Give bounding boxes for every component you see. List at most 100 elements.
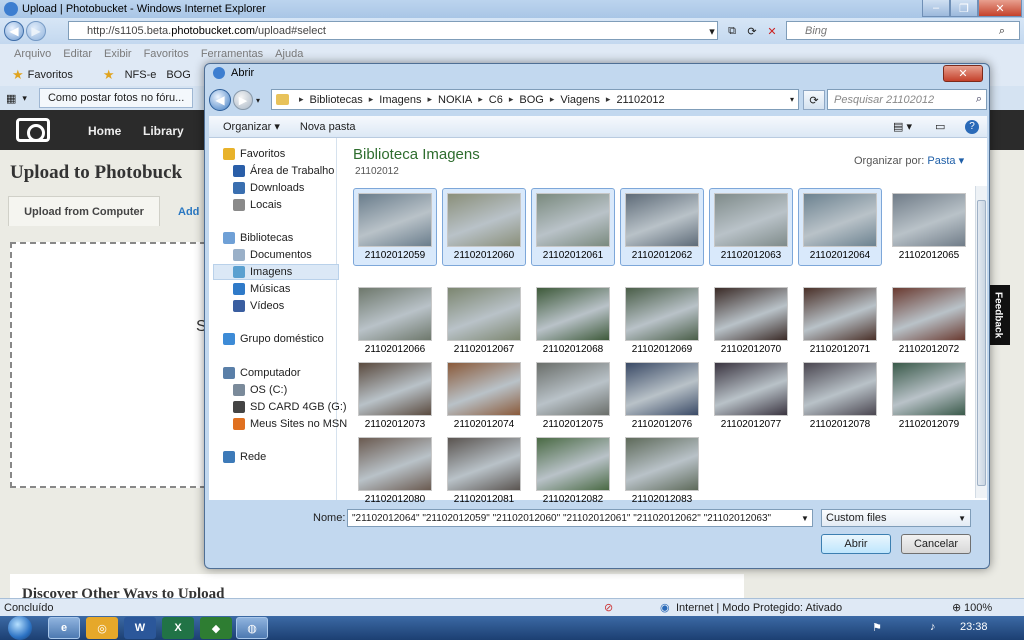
- zoom-icon[interactable]: ⊕: [952, 601, 961, 614]
- filetype-select[interactable]: Custom files ▼: [821, 509, 971, 527]
- tab-add[interactable]: Add: [178, 206, 199, 218]
- menu-exibir[interactable]: Exibir: [104, 48, 132, 60]
- file-thumbnail[interactable]: 21102012083: [620, 432, 704, 510]
- stop-icon[interactable]: ✕: [764, 23, 780, 39]
- file-thumbnail[interactable]: 21102012080: [353, 432, 437, 510]
- tree-os-c[interactable]: OS (C:): [233, 382, 359, 398]
- back-icon[interactable]: ◀: [209, 89, 231, 111]
- file-thumbnail[interactable]: 21102012081: [442, 432, 526, 510]
- file-thumbnail[interactable]: 21102012076: [620, 357, 704, 435]
- tree-grupo-domestico[interactable]: Grupo doméstico: [223, 331, 349, 347]
- file-thumbnail[interactable]: 21102012071: [798, 282, 882, 360]
- breadcrumb-item[interactable]: 21102012: [616, 94, 664, 106]
- recent-dropdown-icon[interactable]: ▾: [256, 96, 260, 105]
- breadcrumb[interactable]: ▸ Bibliotecas ▸ Imagens ▸ NOKIA ▸ C6 ▸ BOG ▸ …: [271, 89, 799, 110]
- tray-flag-icon[interactable]: ⚑: [872, 621, 882, 634]
- popup-blocker-icon[interactable]: ⊘: [604, 601, 613, 614]
- tree-computador[interactable]: Computador: [223, 365, 349, 381]
- file-thumbnail[interactable]: 21102012082: [531, 432, 615, 510]
- tray-volume-icon[interactable]: ♪: [930, 621, 936, 633]
- tree-imagens[interactable]: Imagens: [213, 264, 339, 280]
- breadcrumb-item[interactable]: Bibliotecas: [310, 94, 363, 106]
- file-thumbnail[interactable]: 21102012063: [709, 188, 793, 266]
- tree-documentos[interactable]: Documentos: [233, 247, 359, 263]
- refresh-icon[interactable]: ⟳: [744, 23, 760, 39]
- taskbar-app-6[interactable]: ◍: [236, 617, 268, 639]
- nav-home[interactable]: Home: [88, 124, 121, 138]
- file-thumbnail[interactable]: 21102012079: [887, 357, 971, 435]
- file-thumbnail[interactable]: 21102012066: [353, 282, 437, 360]
- nav-library[interactable]: Library: [143, 124, 184, 138]
- maximize-button[interactable]: ❐: [950, 0, 978, 17]
- camera-logo-icon[interactable]: [16, 118, 50, 142]
- tab-upload-computer[interactable]: Upload from Computer: [8, 196, 160, 226]
- organize-button[interactable]: Organizar ▾: [223, 120, 280, 133]
- breadcrumb-item[interactable]: NOKIA: [438, 94, 472, 106]
- view-options-icon[interactable]: ▤ ▾: [893, 120, 912, 133]
- vertical-scrollbar[interactable]: [975, 186, 987, 498]
- tab-current[interactable]: Como postar fotos no fóru...: [38, 88, 194, 108]
- tree-rede[interactable]: Rede: [223, 449, 349, 465]
- favorites-button[interactable]: Favoritos: [28, 69, 73, 81]
- file-thumbnail[interactable]: 21102012059: [353, 188, 437, 266]
- menu-ajuda[interactable]: Ajuda: [275, 48, 303, 60]
- tree-sd-card[interactable]: SD CARD 4GB (G:): [233, 399, 359, 415]
- taskbar-app-2[interactable]: ◎: [86, 617, 118, 639]
- dialog-close-button[interactable]: ✕: [943, 65, 983, 82]
- url-input[interactable]: http://s1105.beta. photobucket.com/upload…: [68, 21, 718, 40]
- open-button[interactable]: Abrir: [821, 534, 891, 554]
- file-thumbnail[interactable]: 21102012061: [531, 188, 615, 266]
- taskbar-word-button[interactable]: W: [124, 617, 156, 639]
- cancel-button[interactable]: Cancelar: [901, 534, 971, 554]
- quick-tabs-icon[interactable]: ▦: [6, 92, 16, 105]
- file-thumbnail[interactable]: 21102012065: [887, 188, 971, 266]
- file-thumbnail[interactable]: 21102012069: [620, 282, 704, 360]
- close-button[interactable]: ✕: [978, 0, 1022, 17]
- forward-icon[interactable]: ▶: [233, 90, 253, 110]
- file-thumbnail[interactable]: 21102012075: [531, 357, 615, 435]
- upload-drop-zone[interactable]: [10, 242, 206, 488]
- taskbar-excel-button[interactable]: X: [162, 617, 194, 639]
- tab-list-icon[interactable]: ▾: [22, 93, 27, 104]
- add-favorite-icon[interactable]: ★: [103, 67, 115, 83]
- tree-msn-sites[interactable]: Meus Sites no MSN: [233, 416, 359, 432]
- zoom-level[interactable]: 100%: [964, 602, 992, 614]
- file-thumbnail[interactable]: 21102012067: [442, 282, 526, 360]
- scrollbar-thumb[interactable]: [977, 200, 986, 486]
- file-thumbnail[interactable]: 21102012064: [798, 188, 882, 266]
- file-thumbnail[interactable]: 21102012072: [887, 282, 971, 360]
- help-icon[interactable]: ?: [965, 119, 979, 134]
- preview-pane-icon[interactable]: ▭: [935, 120, 945, 133]
- tree-locais[interactable]: Locais: [233, 197, 359, 213]
- back-button[interactable]: ◀: [4, 21, 24, 41]
- breadcrumb-item[interactable]: C6: [489, 94, 503, 106]
- tree-videos[interactable]: Vídeos: [233, 298, 359, 314]
- filename-input[interactable]: "21102012064" "21102012059" "21102012060…: [347, 509, 813, 527]
- tree-bibliotecas[interactable]: Bibliotecas: [223, 230, 349, 246]
- fav-link-nfse[interactable]: NFS-e: [125, 69, 157, 81]
- file-thumbnail[interactable]: 21102012074: [442, 357, 526, 435]
- breadcrumb-dropdown-icon[interactable]: ▾: [790, 95, 794, 104]
- file-thumbnail[interactable]: 21102012073: [353, 357, 437, 435]
- menu-favoritos[interactable]: Favoritos: [144, 48, 189, 60]
- breadcrumb-item[interactable]: Imagens: [379, 94, 421, 106]
- file-thumbnail[interactable]: 21102012068: [531, 282, 615, 360]
- tree-downloads[interactable]: Downloads: [233, 180, 359, 196]
- fav-link-bog[interactable]: BOG: [166, 69, 190, 81]
- dropdown-arrow-icon[interactable]: ▾: [704, 23, 720, 39]
- tree-area-de-trabalho[interactable]: Área de Trabalho: [233, 163, 359, 179]
- search-icon[interactable]: ⌕: [994, 23, 1010, 39]
- file-thumbnail[interactable]: 21102012078: [798, 357, 882, 435]
- breadcrumb-item[interactable]: Viagens: [560, 94, 600, 106]
- breadcrumb-item[interactable]: BOG: [519, 94, 543, 106]
- menu-ferramentas[interactable]: Ferramentas: [201, 48, 263, 60]
- taskbar-app-5[interactable]: ◆: [200, 617, 232, 639]
- new-folder-button[interactable]: Nova pasta: [300, 121, 356, 133]
- menu-editar[interactable]: Editar: [63, 48, 92, 60]
- arrange-dropdown[interactable]: Pasta ▾: [927, 155, 964, 167]
- tree-musicas[interactable]: Músicas: [233, 281, 359, 297]
- taskbar-clock[interactable]: 23:38: [960, 621, 988, 633]
- filename-dropdown-icon[interactable]: ▼: [799, 510, 811, 526]
- taskbar-ie-button[interactable]: e: [48, 617, 80, 639]
- dialog-refresh-icon[interactable]: ⟳: [803, 90, 825, 110]
